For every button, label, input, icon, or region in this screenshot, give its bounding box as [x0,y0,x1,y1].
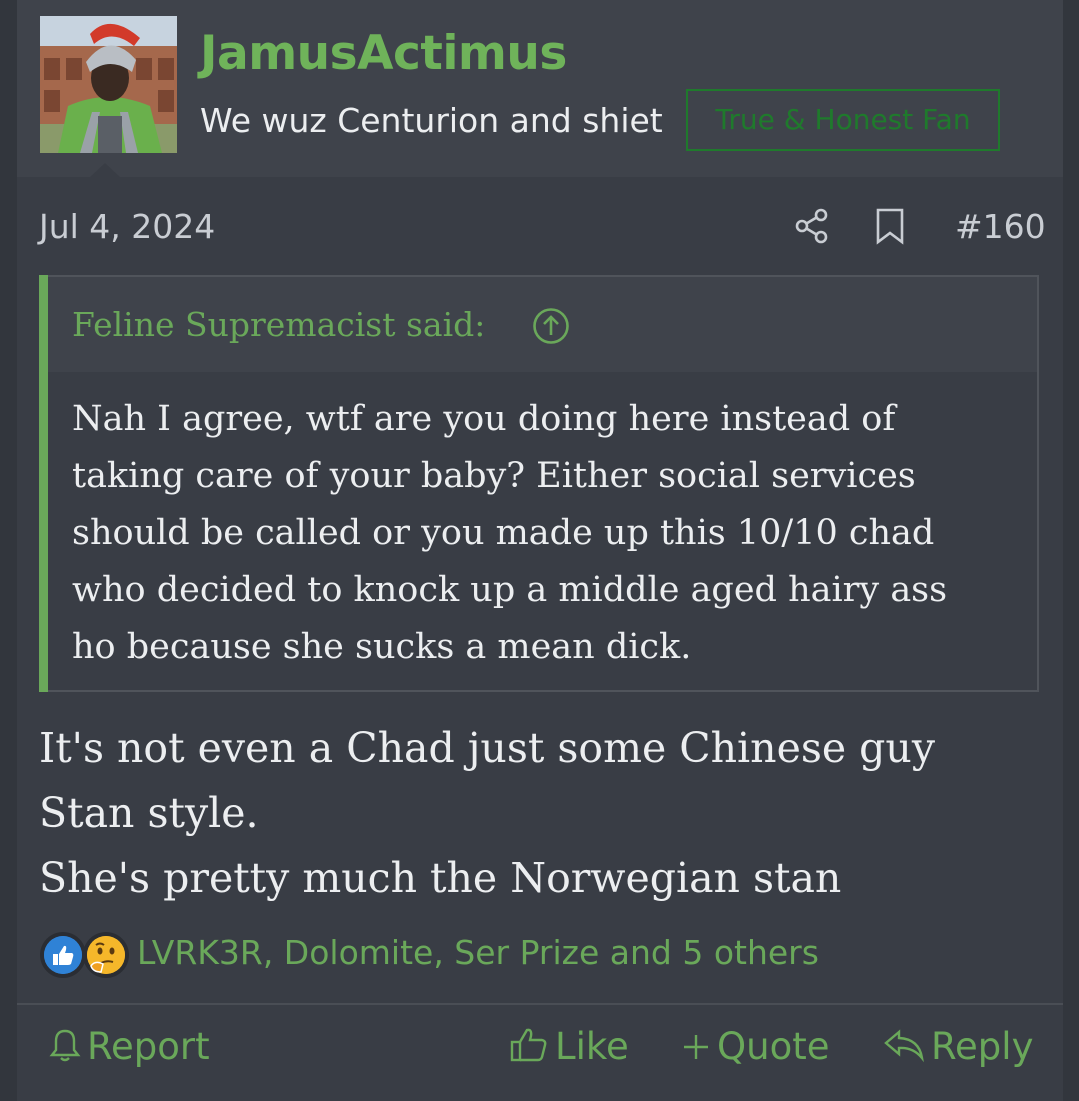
post-message: It's not even a Chad just some Chinese g… [39,716,1039,911]
avatar[interactable] [40,16,177,153]
quote-line: who decided to knock up a middle aged ha… [72,570,948,610]
quote-attribution[interactable]: Feline Supremacist said: [72,305,485,344]
username-link[interactable]: JamusActimus [200,26,567,81]
user-header: JamusActimus We wuz Centurion and shiet … [17,0,1063,177]
thumbs-up-reaction-icon[interactable] [40,932,86,978]
post-date[interactable]: Jul 4, 2024 [39,207,215,246]
quote-block: Feline Supremacist said: Nah I agree, wt… [39,275,1039,692]
share-icon[interactable] [795,207,829,245]
message-line: She's pretty much the Norwegian stan [39,854,842,902]
bell-icon [49,1029,81,1062]
quote-line: should be called or you made up this 10/… [72,513,935,553]
message-line: Stan style. [39,789,259,837]
reaction-users-link[interactable]: LVRK3R, Dolomite, Ser Prize and 5 others [137,933,819,972]
reply-label: Reply [931,1025,1034,1068]
user-title: We wuz Centurion and shiet [200,101,663,140]
quote-line: Nah I agree, wtf are you doing here inst… [72,399,896,439]
quote-line: taking care of your baby? Either social … [72,456,916,496]
report-label: Report [87,1025,210,1068]
report-button[interactable]: Report [49,1025,210,1068]
reply-button[interactable]: Reply [883,1025,1033,1068]
reply-arrow-icon [884,1029,924,1063]
like-button[interactable]: Like [509,1025,629,1068]
quote-accent-bar [39,275,48,692]
post-actions-bar: Report Like Quote Reply [17,1003,1063,1101]
like-label: Like [555,1025,629,1068]
quote-text: Nah I agree, wtf are you doing here inst… [72,391,1022,676]
post-number-link[interactable]: #160 [955,207,1046,246]
bookmark-icon[interactable] [875,207,905,245]
jump-to-quote-icon[interactable] [532,307,570,345]
post-container: JamusActimus We wuz Centurion and shiet … [17,0,1063,1101]
plus-icon [684,1035,708,1059]
thinking-face-reaction-icon[interactable] [83,932,129,978]
thumbs-up-icon [510,1028,547,1062]
message-line: It's not even a Chad just some Chinese g… [39,724,935,772]
quote-label: Quote [717,1025,830,1068]
quote-line: ho because she sucks a mean dick. [72,627,692,667]
quote-button[interactable]: Quote [681,1025,829,1068]
quote-header: Feline Supremacist said: [48,277,1037,372]
userbar-caret [89,163,121,178]
user-badge: True & Honest Fan [686,89,1000,151]
